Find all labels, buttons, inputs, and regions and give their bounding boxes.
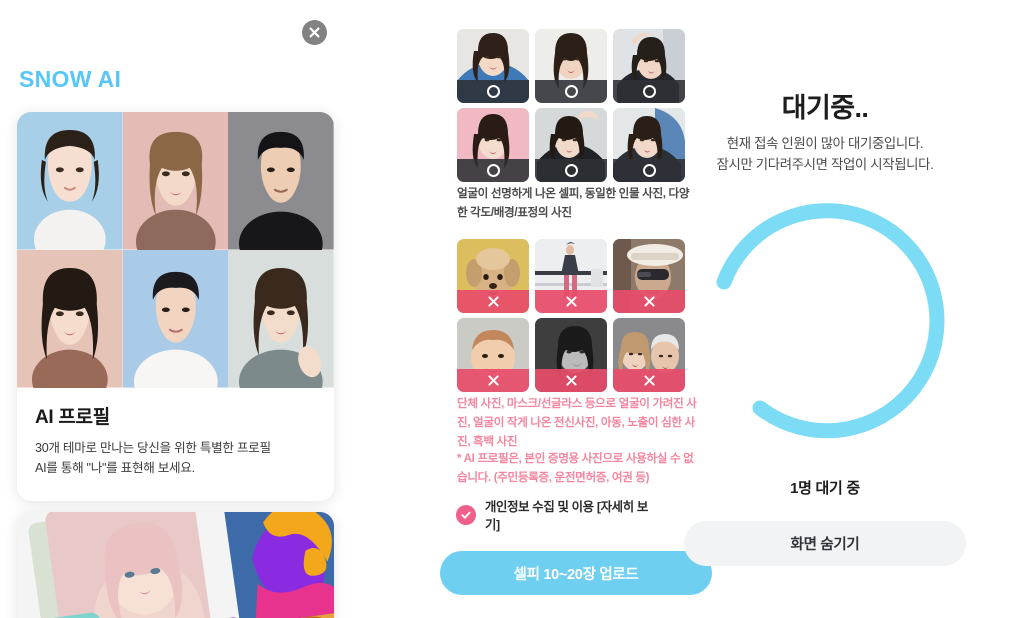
promo-portrait-3	[228, 112, 334, 250]
promo-portrait-5	[122, 250, 229, 388]
promo-card-ai-profile[interactable]: AI 프로필 30개 테마로 만나는 당신을 위한 특별한 프로필 AI를 통해…	[17, 112, 334, 501]
bad-badge	[535, 369, 607, 392]
good-badge	[457, 80, 529, 103]
portrait-illustration	[17, 112, 123, 250]
circle-check-icon	[564, 85, 578, 98]
circle-check-icon	[642, 85, 656, 98]
promo-title: AI 프로필	[35, 407, 110, 428]
promo-portrait-2	[122, 112, 229, 250]
checkbox-checked-icon[interactable]	[456, 505, 476, 525]
bad-example-thumb	[535, 239, 607, 313]
art-collage	[17, 512, 334, 618]
good-example-thumb	[457, 29, 529, 103]
close-glyph	[309, 27, 320, 38]
good-badge	[535, 80, 607, 103]
portrait-illustration	[228, 112, 334, 250]
check-glyph	[461, 511, 471, 519]
promo-description-line-2: AI를 통해 "나"를 표현해 보세요.	[35, 461, 195, 476]
circle-check-icon	[564, 164, 578, 177]
waiting-title: 대기중..	[781, 93, 869, 123]
circle-check-icon	[642, 164, 656, 177]
promo-portrait-grid	[17, 112, 334, 388]
app-screen: SNOW AI AI 프로필 30개 테마로 만나는 당신을 위한 특별한 프로…	[0, 0, 1024, 618]
upload-guide-panel: 얼굴이 선명하게 나온 셀피, 동일한 인물 사진, 다양 한 각도/배경/표정…	[360, 0, 712, 618]
promo-description-line-1: 30개 테마로 만나는 당신을 위한 특별한 프로필	[35, 441, 271, 455]
good-example-thumb	[535, 29, 607, 103]
bad-badge	[535, 290, 607, 313]
portrait-illustration	[122, 112, 229, 250]
good-badge	[535, 159, 607, 182]
bad-example-thumb	[457, 318, 529, 392]
bad-badge	[457, 290, 529, 313]
left-promo-panel: SNOW AI AI 프로필 30개 테마로 만나는 당신을 위한 특별한 프로…	[0, 0, 360, 618]
waiting-status-panel: 대기중.. 현재 접속 인원이 많아 대기중입니다. 잠시만 기다려주시면 작업…	[660, 0, 1024, 618]
waiting-subtitle-line-2: 잠시만 기다려주시면 작업이 시작됩니다.	[716, 156, 934, 172]
hide-screen-button[interactable]: 화면 숨기기	[684, 521, 966, 566]
portrait-illustration	[228, 250, 334, 388]
circle-check-icon	[486, 85, 500, 98]
waiting-subtitle: 현재 접속 인원이 많아 대기중입니다. 잠시만 기다려주시면 작업이 시작됩니…	[660, 134, 990, 176]
circle-check-icon	[486, 164, 500, 177]
close-icon[interactable]	[302, 20, 327, 45]
cross-icon	[487, 375, 499, 386]
good-examples-grid	[457, 29, 685, 182]
portrait-illustration	[122, 250, 229, 388]
promo-portrait-1	[17, 112, 123, 250]
good-badge	[457, 159, 529, 182]
good-example-thumb	[457, 108, 529, 182]
promo-portrait-4	[17, 250, 123, 388]
bad-badge	[457, 369, 529, 392]
waiting-subtitle-line-1: 현재 접속 인원이 많아 대기중입니다.	[726, 136, 924, 151]
cross-icon	[643, 296, 655, 307]
bad-example-thumb	[457, 239, 529, 313]
art-collage-illustration	[17, 512, 334, 618]
queue-count-label: 1명 대기 중	[790, 480, 860, 497]
promo-description: 30개 테마로 만나는 당신을 위한 특별한 프로필 AI를 통해 "나"를 표…	[35, 438, 316, 479]
bad-examples-grid	[457, 239, 685, 392]
bad-example-thumb	[535, 318, 607, 392]
brand-logo: SNOW AI	[19, 66, 122, 92]
cross-icon	[487, 296, 499, 307]
good-example-thumb	[535, 108, 607, 182]
promo-portrait-6	[228, 250, 334, 388]
loading-spinner-icon	[697, 196, 955, 454]
cross-icon	[643, 375, 655, 386]
promo-card-ai-art[interactable]	[17, 512, 334, 618]
promo-card-body: AI 프로필 30개 테마로 만나는 당신을 위한 특별한 프로필 AI를 통해…	[17, 388, 334, 501]
privacy-consent-checkbox[interactable]: 개인정보 수집 및 이용 [자세히 보기]	[456, 497, 660, 533]
privacy-consent-label[interactable]: 개인정보 수집 및 이용 [자세히 보기]	[485, 497, 660, 533]
portrait-illustration	[17, 250, 123, 388]
cross-icon	[565, 375, 577, 386]
spinner-arc	[716, 203, 945, 439]
cross-icon	[565, 296, 577, 307]
